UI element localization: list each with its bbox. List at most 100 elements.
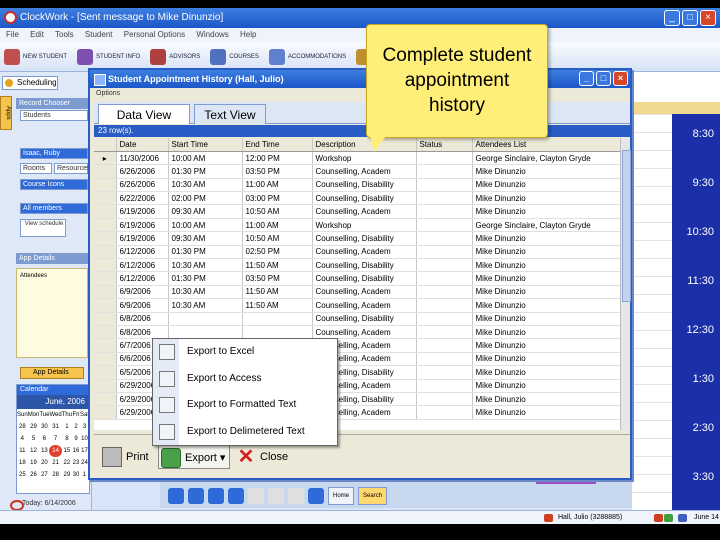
app-details-tab[interactable]: App Details [20, 367, 84, 379]
row-indicator[interactable]: ▸ [94, 151, 117, 166]
course-icons-button[interactable]: Course Icons [20, 179, 88, 190]
table-row[interactable]: 6/9/2006 10:30 AM 11:50 AM Counselling, Aca… [94, 285, 620, 300]
calendar-day[interactable]: 1 [62, 421, 72, 433]
dialog-close-x-button[interactable]: × [613, 71, 628, 86]
column-header[interactable]: Start Time [168, 138, 243, 152]
vertical-apps-tab[interactable]: Apps [0, 96, 12, 130]
column-header[interactable]: Date [116, 138, 169, 152]
export-to-delimited-text-item[interactable]: Export to Delimetered Text [153, 419, 337, 445]
minimize-button[interactable]: _ [664, 10, 680, 26]
home-nav-button[interactable]: Home [328, 487, 355, 505]
table-row[interactable]: 6/8/2006 Counselling, Disability Mike Dinu… [94, 312, 620, 326]
row-indicator[interactable] [94, 218, 117, 233]
calendar-day[interactable]: 16 [72, 445, 80, 457]
up-arrow-icon[interactable] [228, 488, 244, 504]
calendar-day[interactable]: 5 [28, 433, 40, 445]
calendar-day[interactable]: 27 [39, 469, 49, 481]
calendar-day[interactable]: 12 [28, 445, 40, 457]
row-indicator[interactable] [94, 392, 117, 407]
row-indicator[interactable] [94, 285, 117, 300]
calendar-day[interactable]: 30 [39, 421, 49, 433]
row-indicator[interactable] [94, 231, 117, 246]
calendar-day[interactable]: 22 [62, 457, 72, 469]
menu-file[interactable]: File [6, 30, 19, 39]
row-indicator[interactable] [94, 271, 117, 286]
row-indicator[interactable] [94, 365, 117, 380]
toolbar-button-courses[interactable]: COURSES [210, 48, 259, 65]
tab-text-view[interactable]: Text View [194, 104, 266, 124]
tab-data-view[interactable]: Data View [98, 104, 190, 124]
row-indicator[interactable] [94, 191, 117, 206]
calendar-day[interactable]: 29 [28, 421, 40, 433]
calendar-day[interactable]: 6 [39, 433, 49, 445]
calendar-day[interactable]: 18 [17, 457, 28, 469]
calendar-day[interactable]: 31 [49, 421, 61, 433]
options-menu[interactable]: Options [90, 88, 630, 100]
home-icon[interactable] [208, 488, 224, 504]
calendar-day[interactable]: 19 [28, 457, 40, 469]
calendar-day[interactable]: 7 [49, 433, 61, 445]
calendar-month-icon[interactable] [288, 488, 304, 504]
row-indicator[interactable] [94, 258, 117, 273]
calendar-day[interactable]: 2 [72, 421, 80, 433]
calendar-day[interactable]: 8 [62, 433, 72, 445]
table-row[interactable]: 6/12/2006 01:30 PM 02:50 PM Counselling, Ac… [94, 245, 620, 260]
row-indicator[interactable] [94, 325, 117, 340]
schedule-grid[interactable] [632, 114, 672, 514]
menu-student[interactable]: Student [85, 30, 113, 39]
row-indicator[interactable] [94, 352, 117, 367]
today-label[interactable]: Today: 6/14/2006 [10, 500, 76, 511]
table-row[interactable]: 6/8/2006 Counselling, Academ Mike Dinunzio [94, 325, 620, 340]
back-arrow-icon[interactable] [168, 488, 184, 504]
column-header[interactable]: Attendees List [472, 138, 620, 152]
row-indicator[interactable] [94, 405, 117, 420]
calendar-day[interactable]: 20 [39, 457, 49, 469]
table-row[interactable]: 6/12/2006 01:30 PM 03:50 PM Counselling, Di… [94, 271, 620, 286]
table-row[interactable]: 6/19/2006 09:30 AM 10:50 AM Counselling, Di… [94, 231, 620, 246]
menu-tools[interactable]: Tools [55, 30, 74, 39]
row-indicator[interactable] [94, 204, 117, 219]
calendar-day[interactable]: 30 [72, 469, 80, 481]
toolbar-button-accommodations[interactable]: ACCOMMODATIONS [268, 48, 346, 65]
calendar-day[interactable]: 9 [72, 433, 80, 445]
export-button[interactable]: Export ▾ [158, 445, 231, 469]
students-field[interactable]: Students [20, 110, 88, 121]
row-indicator[interactable] [94, 338, 117, 353]
close-button[interactable]: ✕ Close [234, 445, 289, 469]
refresh-icon[interactable] [308, 488, 324, 504]
print-button[interactable]: Print [100, 445, 149, 469]
row-indicator[interactable] [94, 164, 117, 179]
calendar-day[interactable]: 15 [62, 445, 72, 457]
row-indicator[interactable] [94, 178, 117, 193]
menu-edit[interactable]: Edit [30, 30, 44, 39]
calendar-day[interactable]: 29 [62, 469, 72, 481]
table-row[interactable]: 6/26/2006 10:30 AM 11:00 AM Counselling, Di… [94, 178, 620, 193]
table-row[interactable]: 6/22/2006 02:00 PM 03:00 PM Counselling, Di… [94, 191, 620, 206]
calendar-day[interactable]: 25 [17, 469, 28, 481]
scheduling-tab[interactable]: Scheduling [2, 76, 58, 90]
menu-windows[interactable]: Windows [196, 30, 228, 39]
toolbar-button-new-student[interactable]: NEW STUDENT [4, 48, 67, 65]
table-row[interactable]: 6/26/2006 01:30 PM 03:50 PM Counselling, Ac… [94, 164, 620, 179]
view-schedule-button[interactable]: View schedule [20, 219, 66, 237]
table-vertical-scrollbar[interactable] [620, 138, 631, 430]
forward-arrow-icon[interactable] [188, 488, 204, 504]
dialog-minimize-button[interactable]: _ [579, 71, 594, 86]
export-to-excel-item[interactable]: Export to Excel [153, 339, 337, 365]
table-row[interactable]: 6/19/2006 10:00 AM 11:00 AM Workshop George … [94, 218, 620, 233]
toolbar-button-advisors[interactable]: ADVISORS [150, 48, 200, 65]
close-window-button[interactable]: × [700, 10, 716, 26]
calendar-week-icon[interactable] [268, 488, 284, 504]
calendar-day[interactable]: 28 [49, 469, 61, 481]
export-to-access-item[interactable]: Export to Access [153, 366, 337, 392]
table-row[interactable]: 6/19/2006 09:30 AM 10:50 AM Counselling, Ac… [94, 204, 620, 219]
menu-help[interactable]: Help [240, 30, 256, 39]
calendar-day[interactable]: 4 [17, 433, 28, 445]
student-selector[interactable]: Isaac, Ruby [20, 148, 88, 159]
row-indicator[interactable] [94, 312, 117, 326]
calendar-day[interactable]: 13 [39, 445, 49, 457]
table-row[interactable]: ▸ 11/30/2006 10:00 AM 12:00 PM Workshop Georg… [94, 151, 620, 166]
calendar-day[interactable]: 28 [17, 421, 28, 433]
calendar-day[interactable]: 14 [49, 445, 62, 457]
table-row[interactable]: 6/9/2006 10:30 AM 11:50 AM Counselling, Aca… [94, 298, 620, 313]
